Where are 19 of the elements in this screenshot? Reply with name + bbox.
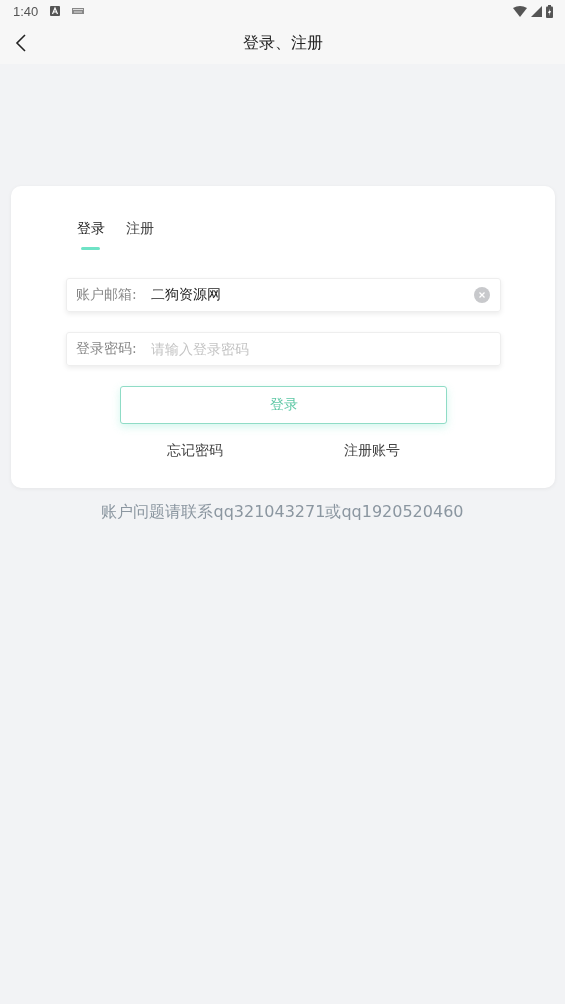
signal-icon	[531, 5, 542, 17]
input-field[interactable]: 账户邮箱: 二狗资源网	[66, 278, 501, 312]
input-text[interactable]: 二狗资源网	[149, 286, 474, 304]
wifi-icon	[513, 5, 527, 17]
contact-note: 账户问题请联系qq321043271或qq1920520460	[100, 502, 465, 523]
text-link[interactable]: 注册账号	[344, 442, 401, 460]
keyboard-icon	[72, 8, 85, 14]
input-field[interactable]: 登录密码: 请输入登录密码	[66, 332, 501, 366]
page-title: 登录、注册	[242, 32, 323, 54]
battery-icon	[546, 4, 553, 18]
tab[interactable]: 登录	[77, 220, 105, 250]
field-label: 登录密码:	[76, 340, 138, 358]
input-text[interactable]: 请输入登录密码	[149, 340, 490, 358]
back-icon[interactable]	[15, 34, 26, 52]
font-icon	[50, 6, 61, 16]
text-link[interactable]: 忘记密码	[166, 442, 223, 460]
tab[interactable]: 注册	[126, 220, 154, 250]
field-label: 账户邮箱:	[76, 286, 138, 304]
status-time: 1:40	[13, 3, 39, 19]
